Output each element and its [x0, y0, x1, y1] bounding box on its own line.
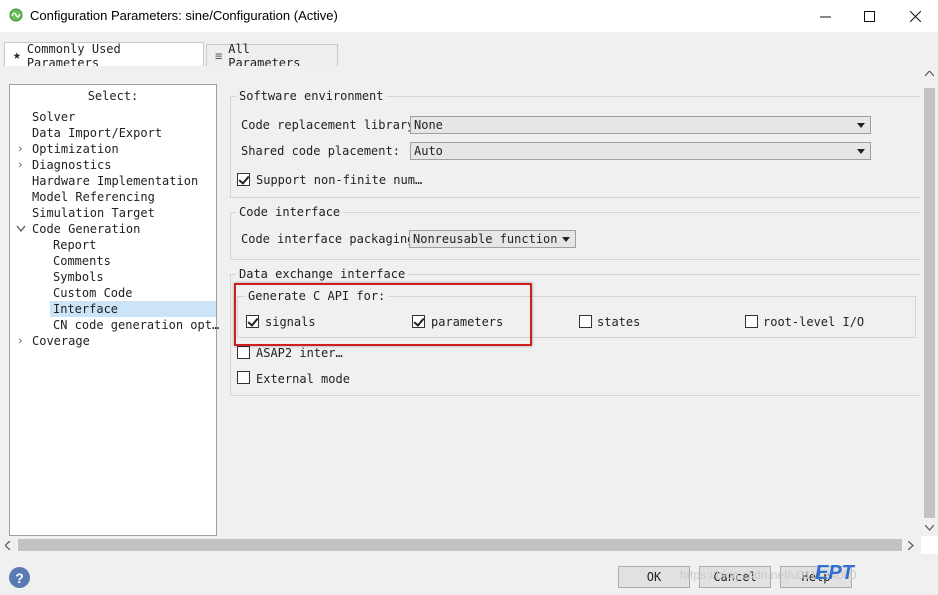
nav-item-code-generation[interactable]: Code Generation	[32, 221, 140, 237]
nav-item-report[interactable]: Report	[53, 237, 96, 253]
vertical-scroll-thumb[interactable]	[924, 88, 935, 518]
support-nonfinite-label: Support non-finite num…	[256, 173, 423, 187]
shared-code-dropdown[interactable]: Auto	[410, 142, 871, 160]
title-bar: Configuration Parameters: sine/Configura…	[0, 0, 938, 32]
dropdown-arrow-icon	[857, 123, 865, 128]
dropdown-arrow-icon	[857, 149, 865, 154]
nav-item-optimization[interactable]: Optimization	[32, 141, 119, 157]
asap2-checkbox[interactable]	[237, 346, 250, 359]
watermark-logo: EPT	[815, 562, 854, 584]
nav-tree[interactable]: Select: Solver Data Import/Export › Opti…	[9, 84, 219, 536]
horizontal-scrollbar[interactable]	[0, 536, 921, 554]
nav-item-simulation-target[interactable]: Simulation Target	[32, 205, 155, 221]
maximize-button[interactable]	[846, 0, 892, 32]
tab-strip: ★ Commonly Used Parameters ≡ All Paramet…	[0, 32, 938, 70]
minimize-button[interactable]	[802, 0, 848, 32]
external-mode-checkbox[interactable]	[237, 371, 250, 384]
scroll-right-icon[interactable]	[908, 541, 914, 550]
root-level-io-label: root-level I/O	[763, 315, 865, 329]
asap2-label: ASAP2 inter…	[256, 346, 343, 360]
vertical-scrollbar[interactable]	[921, 66, 938, 536]
nav-item-diagnostics[interactable]: Diagnostics	[32, 157, 111, 173]
nav-item-data-import-export[interactable]: Data Import/Export	[32, 125, 162, 141]
scroll-down-icon[interactable]	[925, 525, 934, 531]
code-interface-packaging-label: Code interface packaging:	[241, 232, 422, 246]
nav-item-hardware-implementation[interactable]: Hardware Implementation	[32, 173, 198, 189]
maximize-icon	[863, 10, 875, 22]
horizontal-scroll-thumb[interactable]	[18, 539, 902, 551]
code-interface-packaging-dropdown[interactable]: Nonreusable function	[409, 230, 576, 248]
expand-caret-icon[interactable]: ›	[17, 142, 24, 155]
nav-header: Select:	[87, 89, 139, 103]
close-icon	[909, 10, 921, 22]
shared-code-label: Shared code placement:	[241, 144, 400, 158]
minimize-icon	[819, 16, 831, 17]
support-nonfinite-checkbox[interactable]	[237, 173, 250, 186]
code-replacement-label: Code replacement library:	[241, 118, 422, 132]
dropdown-arrow-icon	[562, 237, 570, 242]
dropdown-value: Auto	[414, 144, 443, 158]
collapse-caret-icon[interactable]	[16, 225, 26, 233]
star-icon: ★	[13, 48, 21, 63]
nav-item-coverage[interactable]: Coverage	[32, 333, 90, 349]
group-legend: Code interface	[236, 205, 344, 219]
external-mode-label: External mode	[256, 372, 350, 386]
scroll-up-icon[interactable]	[925, 71, 934, 77]
expand-caret-icon[interactable]: ›	[17, 158, 24, 171]
nav-item-solver[interactable]: Solver	[32, 109, 75, 125]
dropdown-value: None	[414, 118, 443, 132]
tab-all-parameters[interactable]: ≡ All Parameters	[206, 42, 338, 70]
group-legend: Data exchange interface	[236, 267, 409, 281]
tab-commonly-used-parameters[interactable]: ★ Commonly Used Parameters	[4, 42, 204, 70]
code-replacement-dropdown[interactable]: None	[410, 116, 871, 134]
expand-caret-icon[interactable]: ›	[17, 334, 24, 347]
nav-item-symbols[interactable]: Symbols	[53, 269, 104, 285]
group-legend: Software environment	[236, 89, 387, 103]
app-icon	[9, 8, 23, 22]
annotation-highlight-box	[234, 283, 532, 346]
nav-item-comments[interactable]: Comments	[53, 253, 111, 269]
nav-item-cn-code-generation[interactable]: CN code generation opt…	[53, 317, 219, 333]
scroll-left-icon[interactable]	[5, 541, 11, 550]
window-title: Configuration Parameters: sine/Configura…	[30, 8, 338, 23]
close-button[interactable]	[892, 0, 938, 32]
list-icon: ≡	[215, 49, 223, 63]
nav-item-model-referencing[interactable]: Model Referencing	[32, 189, 155, 205]
states-checkbox[interactable]	[579, 315, 592, 328]
help-icon[interactable]: ?	[9, 567, 30, 588]
nav-item-custom-code[interactable]: Custom Code	[53, 285, 132, 301]
root-level-io-checkbox[interactable]	[745, 315, 758, 328]
nav-item-interface[interactable]: Interface	[53, 301, 118, 317]
dropdown-value: Nonreusable function	[413, 232, 558, 246]
states-label: states	[597, 315, 641, 329]
check-icon	[238, 173, 250, 185]
